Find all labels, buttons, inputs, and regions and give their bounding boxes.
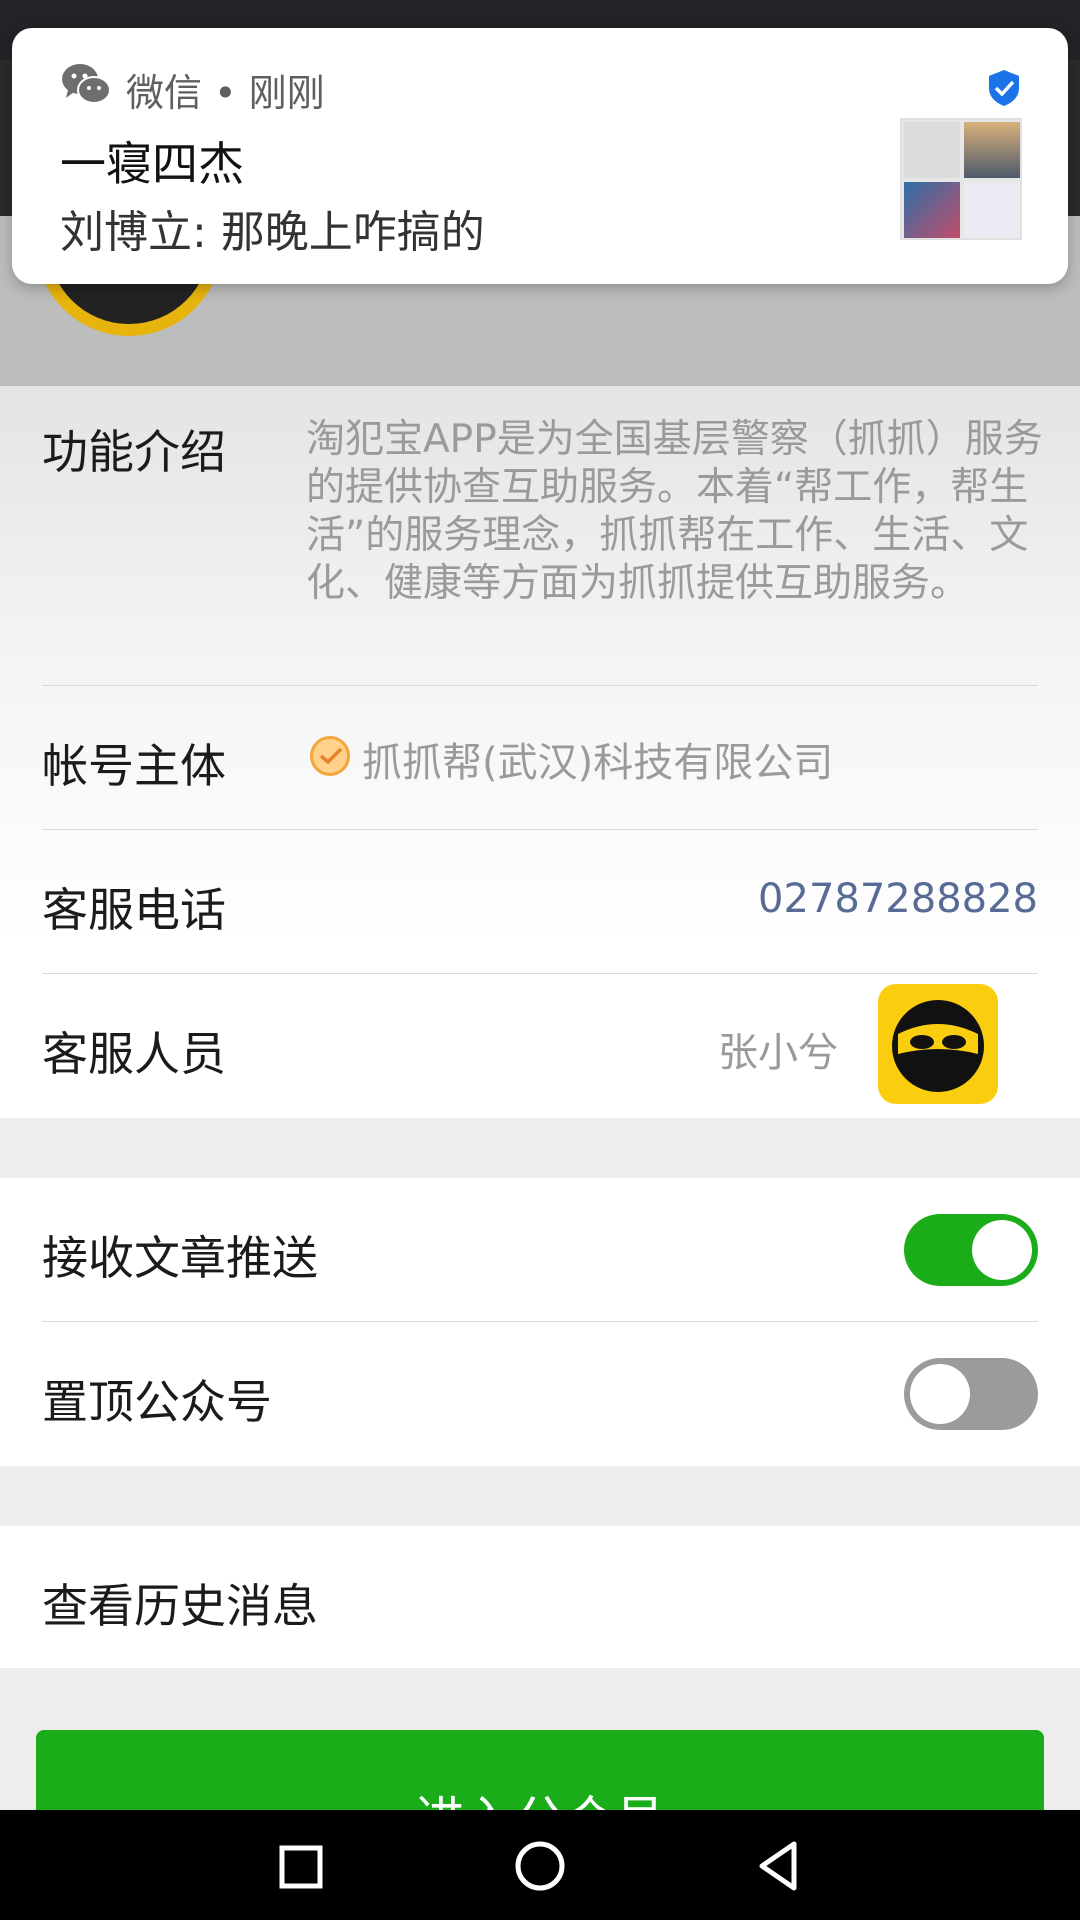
receive-articles-toggle[interactable] bbox=[904, 1214, 1038, 1286]
notification-app-name: 微信 • 刚刚 bbox=[126, 71, 325, 115]
home-icon[interactable] bbox=[508, 1834, 572, 1898]
toggle-knob bbox=[972, 1220, 1032, 1280]
toggle-knob bbox=[910, 1364, 970, 1424]
phone-link[interactable]: 02787288828 bbox=[758, 876, 1038, 922]
account-info-card: 功能介绍 淘犯宝APP是为全国基层警察（抓抓）服务的提供协查互助服务。本着“帮工… bbox=[0, 386, 1080, 1118]
pin-account-toggle[interactable] bbox=[904, 1358, 1038, 1430]
pin-account-label: 置顶公众号 bbox=[42, 1375, 272, 1429]
agent-label: 客服人员 bbox=[42, 1027, 226, 1081]
phone-label: 客服电话 bbox=[42, 883, 226, 937]
history-row[interactable]: 查看历史消息 bbox=[0, 1526, 1080, 1668]
history-label: 查看历史消息 bbox=[42, 1579, 318, 1633]
intro-text: 淘犯宝APP是为全国基层警察（抓抓）服务的提供协查互助服务。本着“帮工作，帮生活… bbox=[306, 417, 1043, 606]
group-avatar-thumbnail bbox=[900, 118, 1022, 240]
entity-label: 帐号主体 bbox=[42, 739, 226, 793]
entity-value: 抓抓帮(武汉)科技有限公司 bbox=[362, 740, 834, 786]
phone-row[interactable]: 客服电话 02787288828 bbox=[42, 830, 1038, 974]
intro-label: 功能介绍 bbox=[42, 425, 226, 479]
pin-account-row: 置顶公众号 bbox=[42, 1322, 1038, 1466]
wechat-icon bbox=[60, 62, 112, 106]
settings-card: 接收文章推送 置顶公众号 bbox=[0, 1178, 1080, 1466]
notification-message: 刘博立: 那晚上咋搞的 bbox=[60, 207, 485, 258]
notification-banner[interactable]: 微信 • 刚刚 一寝四杰 刘博立: 那晚上咋搞的 bbox=[12, 28, 1068, 284]
navigation-bar bbox=[0, 1810, 1080, 1920]
agent-row[interactable]: 客服人员 张小兮 bbox=[42, 974, 1038, 1118]
receive-articles-label: 接收文章推送 bbox=[42, 1231, 318, 1285]
thumb-quad bbox=[964, 122, 1020, 178]
history-row-inner: 查看历史消息 bbox=[42, 1526, 1038, 1668]
shield-check-icon bbox=[986, 68, 1022, 108]
verified-check-icon bbox=[310, 736, 350, 776]
intro-row: 功能介绍 淘犯宝APP是为全国基层警察（抓抓）服务的提供协查互助服务。本着“帮工… bbox=[42, 386, 1043, 606]
recent-apps-icon[interactable] bbox=[268, 1834, 332, 1898]
thumb-quad bbox=[904, 182, 960, 238]
agent-name: 张小兮 bbox=[718, 1030, 838, 1076]
receive-articles-row: 接收文章推送 bbox=[42, 1178, 1038, 1322]
entity-row[interactable]: 帐号主体 抓抓帮(武汉)科技有限公司 bbox=[42, 686, 1038, 830]
notification-title: 一寝四杰 bbox=[60, 137, 244, 191]
thumb-quad bbox=[904, 122, 960, 178]
masked-bandit-avatar[interactable] bbox=[878, 984, 998, 1104]
thumb-quad bbox=[964, 182, 1020, 238]
back-icon[interactable] bbox=[748, 1834, 812, 1898]
